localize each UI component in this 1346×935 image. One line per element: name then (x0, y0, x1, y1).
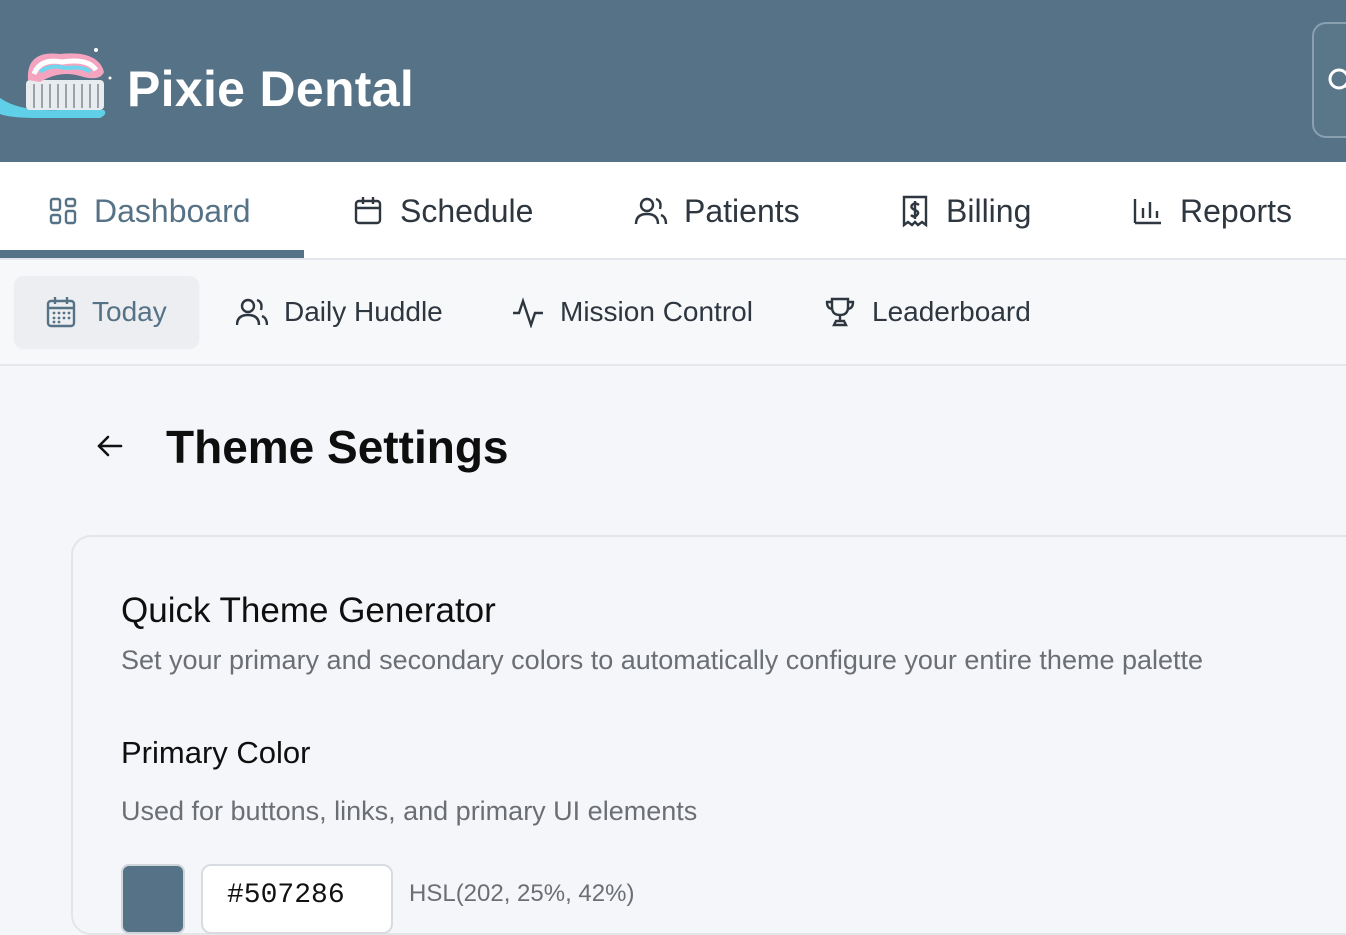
users-icon (236, 298, 268, 326)
receipt-dollar-icon (902, 195, 928, 228)
calendar-icon (46, 297, 76, 328)
tab-patients[interactable]: Patients (634, 162, 800, 260)
subtab-label: Mission Control (560, 296, 753, 327)
subtab-leaderboard[interactable]: Leaderboard (824, 276, 1031, 348)
bar-chart-icon (1133, 199, 1161, 225)
subtab-mission-control[interactable]: Mission Control (512, 276, 753, 348)
tab-reports[interactable]: Reports (1132, 162, 1292, 260)
subtab-label: Leaderboard (872, 296, 1031, 327)
tab-label: Schedule (400, 192, 534, 229)
page-title: Theme Settings (166, 421, 509, 473)
tab-label: Billing (946, 192, 1032, 229)
brand-name: Pixie Dental (127, 61, 415, 117)
primary-color-title: Primary Color (121, 735, 311, 770)
tab-dashboard[interactable]: Dashboard (48, 162, 251, 260)
subtab-label: Today (92, 296, 167, 327)
active-tab-indicator (0, 250, 304, 258)
subtab-label: Daily Huddle (284, 296, 443, 327)
calendar-icon (354, 197, 382, 225)
arrow-left-icon[interactable] (94, 430, 126, 462)
subtab-daily-huddle[interactable]: Daily Huddle (236, 276, 443, 348)
users-icon (634, 197, 668, 225)
primary-hex-input[interactable]: #507286 (201, 864, 393, 934)
tab-billing[interactable]: Billing (900, 162, 1031, 260)
card-subtitle: Set your primary and secondary colors to… (121, 645, 1204, 675)
primary-hsl-value: HSL(202, 25%, 42%) (409, 880, 635, 907)
activity-icon (513, 297, 543, 328)
primary-color-swatch[interactable] (121, 864, 185, 934)
tab-label: Reports (1180, 192, 1293, 229)
top-header: Pixie Dental (0, 0, 1346, 162)
toothbrush-logo-icon (0, 48, 112, 118)
trophy-icon (825, 297, 855, 327)
tab-label: Dashboard (94, 192, 251, 229)
tab-label: Patients (684, 192, 800, 229)
dashboard-grid-icon (49, 197, 77, 225)
search-icon (1328, 68, 1346, 90)
main-tab-bar: Dashboard Schedule Patients Billing Repo… (0, 162, 1346, 260)
subtab-today[interactable]: Today (14, 276, 199, 348)
primary-color-description: Used for buttons, links, and primary UI … (121, 796, 698, 826)
search-button[interactable] (1312, 22, 1346, 138)
tab-schedule[interactable]: Schedule (352, 162, 533, 260)
card-title: Quick Theme Generator (121, 591, 496, 630)
sub-tab-bar: Today Daily Huddle Mission Control Leade… (0, 260, 1346, 366)
